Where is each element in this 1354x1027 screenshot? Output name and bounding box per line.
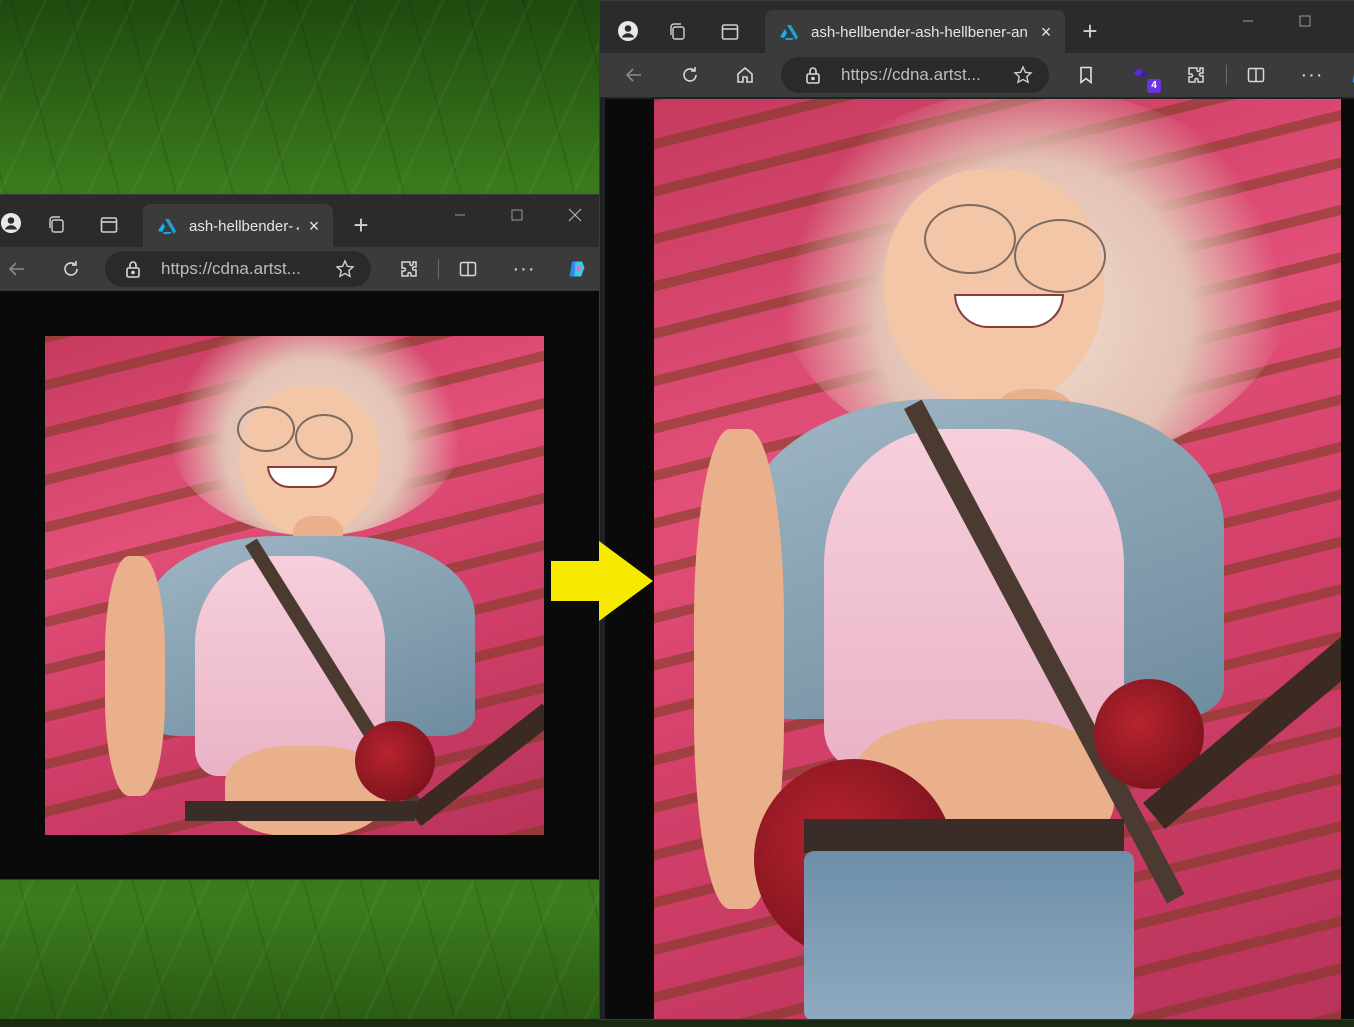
home-icon[interactable]	[729, 59, 761, 91]
browser-window-right: ash-hellbender-ash-hellbener-an × + http…	[599, 0, 1354, 1020]
close-window-icon[interactable]	[552, 199, 598, 231]
maximize-icon[interactable]	[494, 199, 540, 231]
profile-icon[interactable]	[612, 15, 644, 47]
vertical-tabs-icon[interactable]	[93, 209, 125, 241]
refresh-icon[interactable]	[674, 59, 706, 91]
toolbar-divider	[1226, 65, 1227, 85]
taskbar	[0, 1019, 1354, 1027]
back-icon[interactable]	[1, 253, 33, 285]
url-text[interactable]: https://cdna.artst...	[841, 65, 1007, 85]
artstation-favicon-icon	[780, 25, 798, 40]
workspaces-icon[interactable]	[662, 16, 694, 48]
favorites-icon[interactable]	[1070, 59, 1102, 91]
lock-icon[interactable]	[795, 57, 831, 93]
extensions-icon[interactable]	[1180, 59, 1212, 91]
new-tab-icon[interactable]: +	[345, 209, 377, 241]
url-text[interactable]: https://cdna.artst...	[161, 259, 329, 279]
toolbar-divider	[438, 259, 439, 279]
minimize-icon[interactable]	[437, 199, 483, 231]
tab-strip: ash-hellbender-ash-hellbener-an × +	[600, 1, 1354, 54]
split-screen-icon[interactable]	[1240, 59, 1272, 91]
tab-title: ash-hellbender-ash-hellbener-an	[811, 23, 1028, 41]
refresh-icon[interactable]	[55, 253, 87, 285]
more-menu-icon[interactable]: ···	[508, 253, 540, 285]
artwork-image	[654, 99, 1341, 1019]
toolbar: https://cdna.artst... ···	[0, 247, 604, 291]
artwork-image	[45, 336, 544, 835]
tab-strip: ash-hellbender-← × +	[0, 195, 604, 248]
tab-close-icon[interactable]: ×	[1037, 22, 1055, 42]
extensions-icon[interactable]	[393, 253, 425, 285]
extension-badge: 4	[1147, 79, 1161, 93]
page-content	[0, 291, 604, 879]
address-bar[interactable]: https://cdna.artst...	[781, 57, 1049, 93]
copilot-icon[interactable]	[561, 253, 593, 285]
artstation-favicon-icon	[158, 219, 176, 234]
tab-active[interactable]: ash-hellbender-← ×	[143, 204, 333, 248]
favorite-star-icon[interactable]	[329, 253, 361, 285]
profile-icon[interactable]	[0, 207, 27, 239]
tab-active[interactable]: ash-hellbender-ash-hellbener-an ×	[765, 10, 1065, 54]
split-screen-icon[interactable]	[452, 253, 484, 285]
maximize-icon[interactable]	[1282, 5, 1328, 37]
tab-close-icon[interactable]: ×	[305, 216, 323, 236]
address-bar[interactable]: https://cdna.artst...	[105, 251, 371, 287]
minimize-icon[interactable]	[1225, 5, 1271, 37]
workspaces-icon[interactable]	[41, 209, 73, 241]
extension-shapes-icon[interactable]: 4	[1125, 59, 1161, 93]
tab-title: ash-hellbender-←	[189, 217, 299, 235]
vertical-tabs-icon[interactable]	[714, 16, 746, 48]
back-icon[interactable]	[618, 59, 650, 91]
browser-window-left: ash-hellbender-← × + https://cdna.artst.…	[0, 194, 605, 880]
favorite-star-icon[interactable]	[1007, 59, 1039, 91]
new-tab-icon[interactable]: +	[1074, 15, 1106, 47]
copilot-icon[interactable]	[1344, 59, 1354, 91]
page-content	[605, 99, 1354, 1019]
yellow-arrow-icon	[551, 541, 653, 621]
toolbar: https://cdna.artst... 4 ···	[600, 53, 1354, 97]
lock-icon[interactable]	[115, 251, 151, 287]
more-menu-icon[interactable]: ···	[1296, 59, 1328, 91]
